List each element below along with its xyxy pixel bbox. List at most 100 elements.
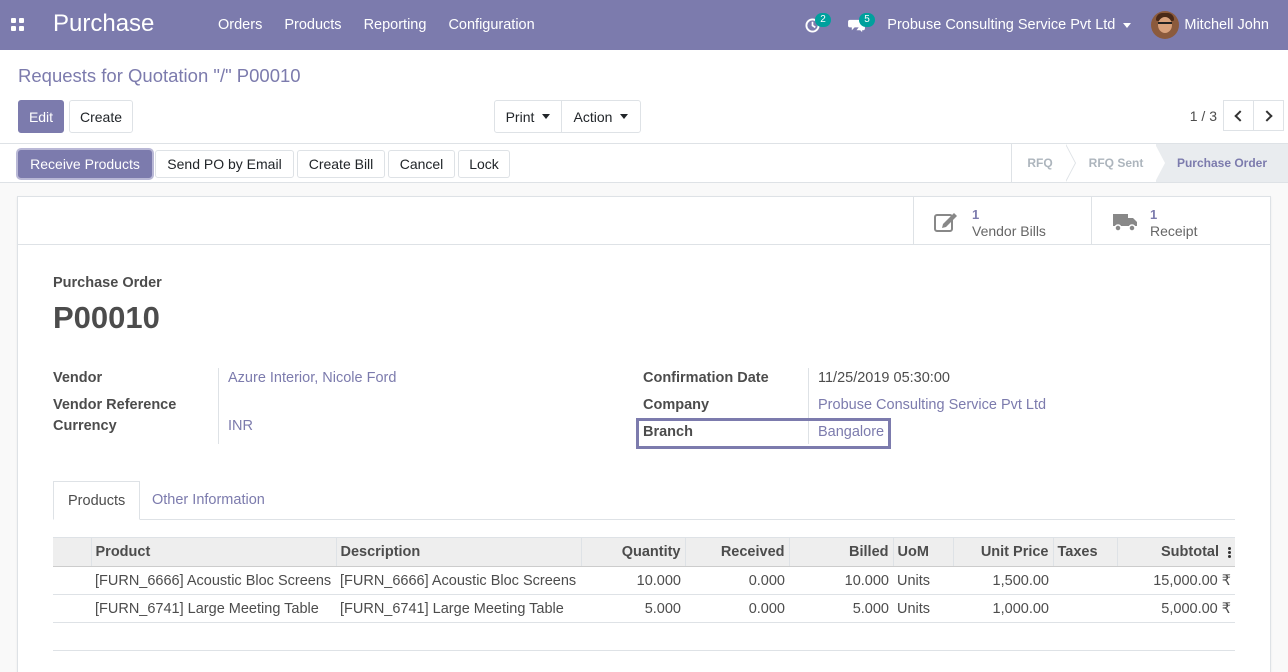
company-label: Company: [643, 397, 710, 413]
confirmation-date-value: 11/25/2019 05:30:00: [818, 370, 950, 386]
print-dropdown[interactable]: Print: [494, 100, 562, 133]
activity-button[interactable]: 2: [799, 0, 831, 50]
cell-description[interactable]: [FURN_6666] Acoustic Bloc Screens: [336, 566, 581, 595]
document-number: P00010: [53, 300, 160, 335]
avatar[interactable]: [1151, 11, 1180, 39]
cell-uom[interactable]: Units: [893, 594, 953, 623]
action-dropdown[interactable]: Action: [561, 100, 641, 133]
stage-rfq-sent[interactable]: RFQ Sent: [1076, 144, 1156, 182]
cell-billed[interactable]: 10.000: [789, 566, 893, 595]
column-header-subtotal-label: Subtotal: [1161, 544, 1219, 560]
pager-next-button[interactable]: [1253, 100, 1284, 131]
messages-button[interactable]: 5: [843, 0, 875, 50]
top-navbar: Purchase Orders Products Reporting Confi…: [0, 0, 1288, 50]
chevron-right-icon: [1261, 109, 1273, 122]
column-header-quantity[interactable]: Quantity: [580, 537, 685, 567]
cell-billed[interactable]: 5.000: [789, 594, 893, 623]
handle-column-header: [53, 537, 91, 567]
stage-purchase-order[interactable]: Purchase Order: [1156, 144, 1288, 182]
cell-subtotal: 5,000.00 ₹: [1117, 594, 1235, 623]
receipt-smart-button[interactable]: 1 Receipt: [1091, 197, 1270, 244]
confirmation-date-label: Confirmation Date: [643, 370, 769, 386]
receive-products-button[interactable]: Receive Products: [18, 150, 152, 178]
pager-previous-button[interactable]: [1223, 100, 1254, 131]
apps-menu-icon[interactable]: [11, 18, 24, 31]
cell-description[interactable]: [FURN_6741] Large Meeting Table: [336, 594, 581, 623]
menu-orders[interactable]: Orders: [207, 0, 273, 50]
cell-product[interactable]: [FURN_6741] Large Meeting Table: [91, 594, 336, 623]
currency-label: Currency: [53, 418, 117, 434]
tab-other-information[interactable]: Other Information: [138, 481, 279, 520]
column-header-unit-price[interactable]: Unit Price: [952, 537, 1053, 567]
cell-quantity[interactable]: 5.000: [581, 594, 685, 623]
column-header-received[interactable]: Received: [684, 537, 789, 567]
cell-taxes[interactable]: [1053, 566, 1117, 595]
cell-quantity[interactable]: 10.000: [581, 566, 685, 595]
stage-rfq[interactable]: RFQ: [1012, 144, 1068, 182]
table-header-row: Product Description Quantity Received Bi…: [53, 537, 1235, 567]
vendor-bills-smart-button[interactable]: 1 Vendor Bills: [913, 197, 1091, 244]
optional-columns-icon[interactable]: [1228, 546, 1231, 559]
cell-taxes[interactable]: [1053, 594, 1117, 623]
truck-icon: [1113, 214, 1137, 232]
branch-label: Branch: [643, 424, 693, 440]
table-row[interactable]: [FURN_6666] Acoustic Bloc Screens [FURN_…: [53, 566, 1235, 595]
systray: 2 5 Probuse Consulting Service Pvt Ltd M…: [799, 0, 1288, 50]
send-po-email-button[interactable]: Send PO by Email: [155, 150, 294, 178]
company-field[interactable]: Probuse Consulting Service Pvt Ltd: [818, 397, 1046, 413]
receipt-count: 1: [1150, 207, 1158, 222]
column-header-product[interactable]: Product: [90, 537, 336, 567]
status-bar: Receive Products Send PO by Email Create…: [0, 144, 1288, 183]
app-title[interactable]: Purchase: [53, 10, 154, 38]
column-header-billed[interactable]: Billed: [788, 537, 893, 567]
company-name: Probuse Consulting Service Pvt Ltd: [887, 17, 1116, 33]
currency-field[interactable]: INR: [228, 418, 253, 434]
chevron-left-icon: [1234, 109, 1246, 122]
branch-field[interactable]: Bangalore: [818, 424, 884, 440]
row-handle: [53, 566, 91, 595]
table-row[interactable]: [FURN_6741] Large Meeting Table [FURN_67…: [53, 594, 1235, 623]
activity-badge: 2: [815, 13, 831, 27]
user-menu[interactable]: Mitchell John: [1184, 17, 1269, 33]
receipt-label: Receipt: [1150, 223, 1198, 239]
column-header-taxes[interactable]: Taxes: [1052, 537, 1117, 567]
cell-unit-price[interactable]: 1,500.00: [953, 566, 1053, 595]
lock-button[interactable]: Lock: [458, 150, 510, 178]
print-label: Print: [505, 108, 535, 125]
chevron-down-icon: [542, 114, 551, 119]
column-header-subtotal[interactable]: Subtotal: [1116, 537, 1235, 567]
column-header-description[interactable]: Description: [335, 537, 581, 567]
pager-value[interactable]: 1 / 3: [1190, 108, 1217, 124]
cell-unit-price[interactable]: 1,000.00: [953, 594, 1053, 623]
chevron-down-icon: [1123, 22, 1132, 28]
vendor-bills-label: Vendor Bills: [972, 223, 1046, 239]
table-empty-row: [53, 622, 1235, 651]
menu-configuration[interactable]: Configuration: [437, 0, 545, 50]
vendor-field[interactable]: Azure Interior, Nicole Ford: [228, 370, 396, 386]
row-handle: [53, 594, 91, 623]
menu-reporting[interactable]: Reporting: [353, 0, 438, 50]
messages-badge: 5: [859, 13, 875, 27]
form-sheet: 1 Vendor Bills 1 Receipt Purchase Order …: [17, 196, 1271, 672]
edit-icon: [934, 213, 957, 232]
cancel-button[interactable]: Cancel: [388, 150, 455, 178]
vendor-bills-count: 1: [972, 207, 980, 222]
breadcrumb[interactable]: Requests for Quotation "/" P00010: [18, 65, 301, 87]
chevron-down-icon: [620, 114, 629, 119]
cell-product[interactable]: [FURN_6666] Acoustic Bloc Screens: [91, 566, 336, 595]
order-lines-table: Product Description Quantity Received Bi…: [53, 537, 1235, 651]
edit-button[interactable]: Edit: [18, 100, 64, 133]
document-type: Purchase Order: [53, 275, 162, 291]
cell-received[interactable]: 0.000: [685, 594, 789, 623]
create-bill-button[interactable]: Create Bill: [297, 150, 385, 178]
create-button[interactable]: Create: [69, 100, 133, 133]
main-menu: Orders Products Reporting Configuration: [207, 0, 546, 50]
menu-products[interactable]: Products: [273, 0, 352, 50]
cell-received[interactable]: 0.000: [685, 566, 789, 595]
notebook-tabs: Products Other Information: [53, 481, 1235, 520]
company-switcher[interactable]: Probuse Consulting Service Pvt Ltd: [887, 17, 1132, 33]
column-header-uom[interactable]: UoM: [892, 537, 953, 567]
control-panel: Requests for Quotation "/" P00010 Edit C…: [0, 50, 1288, 144]
tab-products[interactable]: Products: [53, 481, 141, 520]
cell-uom[interactable]: Units: [893, 566, 953, 595]
